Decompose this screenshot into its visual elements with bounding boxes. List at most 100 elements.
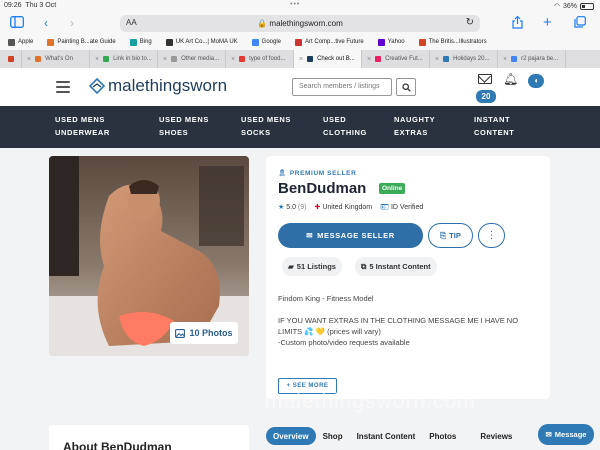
bookmark-yahoo[interactable]: Yahoo (377, 38, 405, 46)
bell-icon[interactable]: 🔔︎ (503, 72, 518, 86)
tab-instant-content[interactable]: Instant Content (350, 427, 423, 445)
reload-icon[interactable]: ↻ (466, 17, 474, 28)
apple-icon (8, 38, 15, 46)
tab-favicon (103, 56, 110, 62)
battery-icon (580, 2, 594, 10)
envelope-icon: ✉ (306, 231, 314, 240)
sidebar-icon[interactable] (10, 16, 24, 31)
id-verified: 🪪︎ ID Verified (380, 204, 424, 211)
tab-r2-pajara[interactable]: × r2 pajara be... (498, 50, 566, 68)
country: ✚ United Kingdom (314, 204, 373, 211)
close-icon[interactable]: × (231, 56, 235, 63)
bookmark-moma[interactable]: UK Art Co...| MoMA UK (165, 38, 238, 46)
nav-used-mens-underwear[interactable]: USED MENS UNDERWEAR (55, 113, 135, 139)
url-text: 🔒 malethingsworn.com (257, 19, 343, 28)
ribbon-icon: 🎗︎ (278, 170, 287, 177)
browser-toolbar: ‹ › AA 🔒 malethingsworn.com ↻ + (0, 12, 600, 34)
uk-flag-icon: ✚ (314, 204, 321, 211)
tab-photos[interactable]: Photos (422, 427, 463, 445)
battery-percent: 36% (562, 2, 577, 10)
more-options-button[interactable]: ⋮ (478, 223, 505, 248)
instant-content-count[interactable]: ⧉ 5 Instant Content (355, 257, 437, 276)
tip-icon: ⎘ (440, 230, 447, 240)
about-section: About BenDudman (49, 425, 249, 450)
search-input[interactable]: Search members / listings (292, 78, 392, 96)
tab-creative-fut[interactable]: × Creative Fut... (362, 50, 430, 68)
ios-status-bar: 09:26 Thu 3 Oct ••• ◠ 36% (0, 0, 600, 12)
profile-tabs: Overview Shop Instant Content Photos Rev… (266, 426, 519, 446)
tab-favicon (307, 56, 314, 62)
notification-badge[interactable]: 20 (476, 90, 496, 103)
profile-card: 🎗︎ PREMIUM SELLER BenDudman Online ★ 5.0… (266, 156, 550, 399)
pinned-tab-favicon (7, 56, 14, 62)
nav-naughty-extras[interactable]: NAUGHTY EXTRAS (394, 113, 474, 139)
nav-used-mens-socks[interactable]: USED MENS SOCKS (241, 113, 321, 139)
close-icon[interactable]: × (367, 56, 371, 63)
close-icon[interactable]: × (299, 56, 303, 63)
tip-button[interactable]: ⎘ TIP (428, 223, 473, 248)
about-title: About BenDudman (63, 440, 172, 450)
close-icon[interactable]: × (27, 56, 31, 63)
menu-icon[interactable] (56, 81, 70, 93)
status-time-date: 09:26 Thu 3 Oct (4, 2, 57, 9)
bio-line: IF YOU WANT EXTRAS IN THE CLOTHING MESSA… (278, 316, 519, 336)
bio-line: -Custom photo/video requests available (278, 338, 410, 347)
bookmark-apple[interactable]: Apple (8, 38, 33, 46)
status-badge: Online (379, 183, 406, 194)
tab-shop[interactable]: Shop (316, 427, 350, 445)
address-bar[interactable]: AA 🔒 malethingsworn.com ↻ (120, 15, 480, 32)
tab-favicon (239, 56, 246, 62)
new-tab-icon[interactable]: + (543, 15, 552, 30)
kebab-icon: ⋮ (486, 230, 497, 241)
category-nav: USED MENS UNDERWEAR USED MENS SHOES USED M… (0, 106, 600, 148)
moma-favicon (165, 38, 173, 46)
share-icon[interactable] (512, 15, 523, 32)
search-button[interactable] (396, 78, 416, 96)
bookmark-google[interactable]: Google (251, 38, 281, 46)
tab-reviews[interactable]: Reviews (473, 427, 519, 445)
tab-favicon (443, 56, 450, 62)
messages-icon[interactable] (478, 74, 492, 84)
tab-favicon (511, 56, 518, 62)
photo-count-button[interactable]: 10 Photos (170, 322, 238, 344)
tab-pinned[interactable] (0, 50, 22, 68)
tab-holidays[interactable]: × Holidays 20... (430, 50, 498, 68)
bookmark-bing[interactable]: Bing (129, 38, 152, 46)
bing-favicon (129, 38, 137, 46)
close-icon[interactable]: × (163, 56, 167, 63)
tab-link-in-bio[interactable]: × Link in bio to... (90, 50, 158, 68)
listings-count[interactable]: ▰ 51 Listings (282, 257, 342, 276)
bookmarks-bar: Apple Painting B...ate Guide Bing UK Art… (0, 34, 600, 50)
site-logo[interactable]: malethingsworn (88, 76, 227, 96)
floating-message-button[interactable]: ✉ Message (538, 424, 594, 445)
close-icon[interactable]: × (95, 56, 99, 63)
yahoo-favicon (377, 38, 385, 46)
nav-used-clothing[interactable]: USED CLOTHING (323, 113, 403, 139)
bookmark-art-comp[interactable]: Art Comp...tive Future (295, 38, 364, 46)
bookmark-illustrators[interactable]: The Britis...Illustrators (418, 38, 487, 46)
close-icon[interactable]: × (435, 56, 439, 63)
tabs-overview-icon[interactable] (574, 16, 586, 31)
forward-icon[interactable]: › (70, 16, 74, 30)
tab-type-of-food[interactable]: × type of food... (226, 50, 294, 68)
nav-instant-content[interactable]: INSTANT CONTENT (474, 113, 554, 139)
search-icon (401, 82, 411, 92)
nav-used-mens-shoes[interactable]: USED MENS SHOES (159, 113, 239, 139)
wallet-icon[interactable]: ◖ (528, 74, 544, 88)
premium-seller-label: 🎗︎ PREMIUM SELLER (278, 169, 357, 178)
tab-overview[interactable]: Overview (266, 427, 316, 445)
tab-whats-on[interactable]: × What's On (22, 50, 90, 68)
close-icon[interactable]: × (503, 56, 507, 63)
watermark: malethingsworn.com (265, 390, 476, 413)
instant-content-icon: ⧉ (361, 261, 367, 271)
tab-check-out-b[interactable]: × Check out B... (294, 50, 362, 68)
rating[interactable]: ★ 5.0 (9) (278, 203, 306, 211)
tab-other-media[interactable]: × Other media... (158, 50, 226, 68)
site-header: malethingsworn Search members / listings… (0, 68, 600, 106)
message-seller-button[interactable]: ✉ MESSAGE SELLER (278, 223, 423, 248)
bookmark-painting-guide[interactable]: Painting B...ate Guide (47, 38, 116, 46)
back-icon[interactable]: ‹ (44, 16, 48, 30)
multitasking-dots[interactable]: ••• (290, 1, 300, 8)
seller-name: BenDudman (278, 180, 367, 197)
seller-meta: ★ 5.0 (9) ✚ United Kingdom 🪪︎ ID Verifie… (278, 203, 423, 211)
